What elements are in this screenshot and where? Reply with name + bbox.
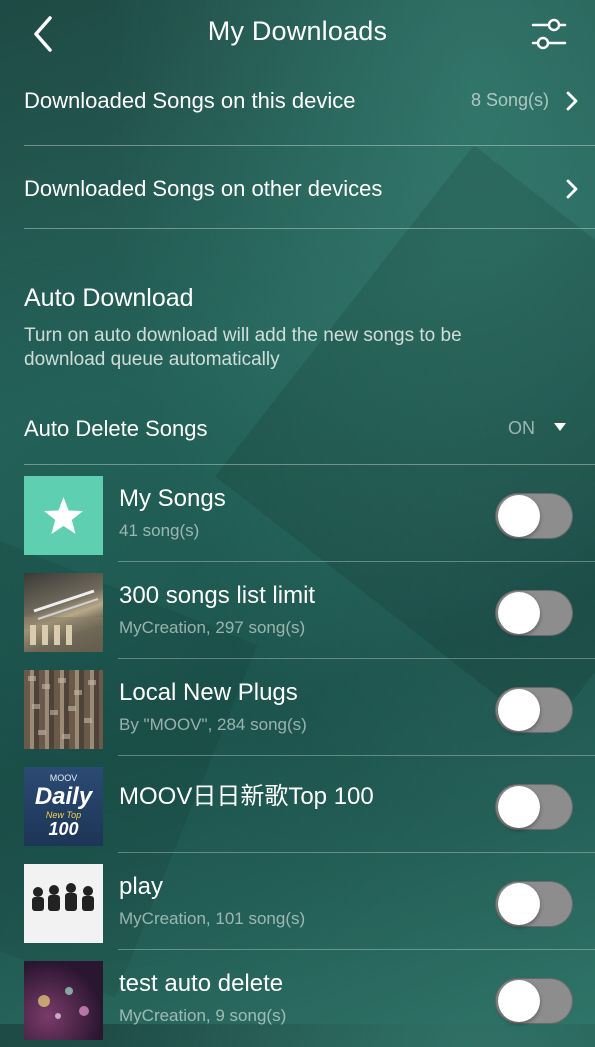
auto-download-toggle[interactable] (495, 978, 573, 1024)
song-count: 8 Song(s) (470, 90, 549, 110)
row-label: Downloaded Songs on other devices (24, 176, 383, 201)
playlist-row: MOOV Daily New Top 100 MOOV日日新歌Top 100 (24, 756, 595, 853)
bokeh-photo-icon (38, 987, 89, 1019)
cover-brand: MOOV (49, 773, 78, 783)
section-description: Turn on auto download will add the new s… (24, 325, 462, 370)
playlist-row: play MyCreation, 101 song(s) (24, 853, 595, 950)
auto-delete-label: Auto Delete Songs (24, 416, 208, 441)
playlist-row: 300 songs list limit MyCreation, 297 son… (24, 562, 595, 659)
row-label: Downloaded Songs on this device (24, 88, 356, 113)
playlist-meta: By "MOOV", 284 song(s) (119, 715, 307, 734)
playlist-cover (24, 864, 103, 943)
playlist-name: play (119, 873, 164, 900)
playlist-meta: MyCreation, 9 song(s) (119, 1006, 287, 1025)
mixer-photo-icon (24, 589, 103, 652)
cover-number: 100 (48, 819, 79, 839)
cover-title: Daily (34, 783, 93, 810)
toggle-knob (498, 689, 540, 731)
downloaded-this-device-row[interactable]: Downloaded Songs on this device 8 Song(s… (24, 64, 595, 142)
toggle-knob (498, 786, 540, 828)
divider (24, 228, 595, 229)
app-header: My Downloads (0, 0, 595, 68)
chevron-right-icon (566, 91, 578, 111)
chevron-right-icon (566, 179, 578, 199)
caret-down-icon (554, 423, 566, 431)
playlist-cover (24, 961, 103, 1040)
auto-delete-dropdown[interactable]: Auto Delete Songs ON (24, 412, 595, 452)
playlist-row: test auto delete MyCreation, 9 song(s) (24, 950, 595, 1047)
star-icon (44, 497, 83, 534)
playlist-cover (24, 670, 103, 749)
page-title: My Downloads (207, 16, 388, 46)
buildings-photo-icon (28, 676, 96, 739)
playlist-cover: MOOV Daily New Top 100 (24, 767, 103, 846)
playlist-name: My Songs (119, 485, 226, 512)
playlist-name: MOOV日日新歌Top 100 (119, 783, 374, 810)
auto-download-toggle[interactable] (495, 687, 573, 733)
playlist-cover (24, 573, 103, 652)
playlist-meta: MyCreation, 101 song(s) (119, 909, 306, 928)
auto-delete-value: ON (508, 418, 535, 438)
toggle-knob (498, 883, 540, 925)
band-photo-icon (32, 883, 94, 911)
section-title: Auto Download (24, 284, 194, 312)
auto-download-toggle[interactable] (495, 493, 573, 539)
playlist-cover (24, 476, 103, 555)
toggle-knob (498, 980, 540, 1022)
toggle-knob (498, 592, 540, 634)
playlist-meta: 41 song(s) (119, 521, 200, 540)
playlist-row: Local New Plugs By "MOOV", 284 song(s) (24, 659, 595, 756)
auto-download-toggle[interactable] (495, 881, 573, 927)
auto-download-toggle[interactable] (495, 784, 573, 830)
toggle-knob (498, 495, 540, 537)
playlist-row: My Songs 41 song(s) (24, 465, 595, 562)
downloaded-other-devices-row[interactable]: Downloaded Songs on other devices (24, 152, 595, 230)
sliders-icon (531, 18, 567, 50)
playlist-meta: MyCreation, 297 song(s) (119, 618, 306, 637)
settings-button[interactable] (529, 14, 569, 54)
playlist-name: 300 songs list limit (119, 582, 316, 609)
divider (24, 145, 595, 146)
playlist-name: Local New Plugs (119, 679, 298, 706)
playlist-name: test auto delete (119, 970, 284, 997)
auto-download-toggle[interactable] (495, 590, 573, 636)
